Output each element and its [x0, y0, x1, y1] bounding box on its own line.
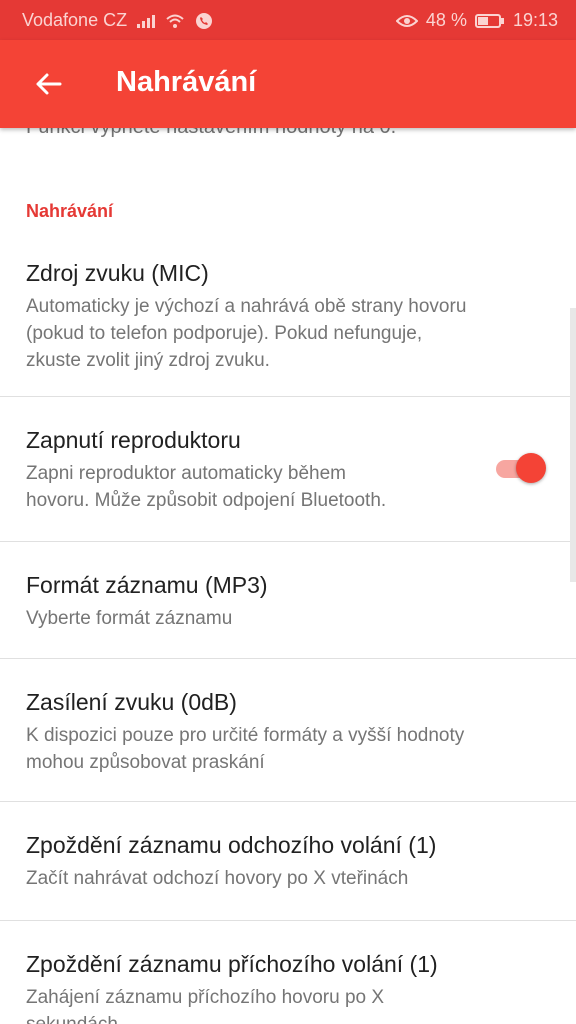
scrollbar[interactable] — [570, 308, 576, 582]
setting-title: Zpoždění záznamu příchozího volání (1) — [26, 951, 438, 977]
setting-summary-line: sekundách — [26, 1011, 118, 1024]
previous-item-summary: Funkci vypnete nastavením hodnoty na 0. — [26, 128, 396, 139]
battery-percent: 48 % — [425, 10, 467, 30]
settings-list[interactable]: Funkci vypnete nastavením hodnoty na 0. … — [0, 128, 576, 1024]
battery-icon — [474, 13, 504, 28]
carrier-label: Vodafone CZ — [22, 10, 128, 30]
setting-speaker-on[interactable]: Zapnutí reproduktoru Zapni reproduktor a… — [0, 397, 576, 541]
setting-record-format[interactable]: Formát záznamu (MP3) Vyberte formát zázn… — [0, 542, 576, 658]
setting-title: Zpoždění záznamu odchozího volání (1) — [26, 832, 437, 858]
setting-audio-source[interactable]: Zdroj zvuku (MIC) Automaticky je výchozí… — [0, 244, 576, 396]
setting-title: Zdroj zvuku (MIC) — [26, 260, 209, 286]
call-icon — [196, 12, 213, 29]
clock: 19:13 — [512, 10, 558, 30]
status-left: Vodafone CZ — [22, 10, 213, 31]
back-button[interactable] — [28, 64, 68, 104]
signal-icon — [137, 14, 156, 28]
setting-title: Zapnutí reproduktoru — [26, 427, 241, 453]
setting-title: Formát záznamu (MP3) — [26, 572, 268, 598]
setting-summary-line: Začít nahrávat odchozí hovory po X vteři… — [26, 868, 409, 889]
page-title: Nahrávání — [116, 66, 257, 98]
speaker-toggle-switch[interactable] — [494, 450, 548, 486]
setting-title: Zasílení zvuku (0dB) — [26, 689, 237, 715]
setting-summary-line: K dispozici pouze pro určité formáty a v… — [26, 725, 465, 746]
setting-summary-line: (pokud to telefon podporuje). Pokud nefu… — [26, 323, 423, 344]
setting-summary-line: Vyberte formát záznamu — [26, 608, 233, 629]
arrow-back-icon — [36, 73, 62, 95]
setting-incoming-delay[interactable]: Zpoždění záznamu příchozího volání (1) Z… — [0, 921, 576, 1024]
eye-icon — [395, 14, 418, 27]
setting-audio-gain[interactable]: Zasílení zvuku (0dB) K dispozici pouze p… — [0, 659, 576, 801]
section-header: Nahrávání — [26, 201, 114, 221]
setting-summary-line: zkuste zvolit jiný zdroj zvuku. — [26, 350, 270, 371]
wifi-icon — [166, 14, 184, 28]
setting-summary-line: mohou způsobovat praskání — [26, 752, 265, 773]
status-right: 48 % 19:13 — [395, 10, 558, 31]
setting-outgoing-delay[interactable]: Zpoždění záznamu odchozího volání (1) Za… — [0, 802, 576, 920]
setting-summary-line: hovoru. Může způsobit odpojení Bluetooth… — [26, 490, 387, 511]
status-bar: Vodafone CZ 48 % 19:13 — [0, 0, 576, 40]
setting-summary-line: Zapni reproduktor automaticky během — [26, 463, 346, 484]
setting-summary-line: Automaticky je výchozí a nahrává obě str… — [26, 296, 467, 317]
toggle-thumb — [516, 453, 546, 483]
setting-summary-line: Zahájení záznamu příchozího hovoru po X — [26, 987, 385, 1008]
app-bar: Nahrávání — [0, 40, 576, 128]
